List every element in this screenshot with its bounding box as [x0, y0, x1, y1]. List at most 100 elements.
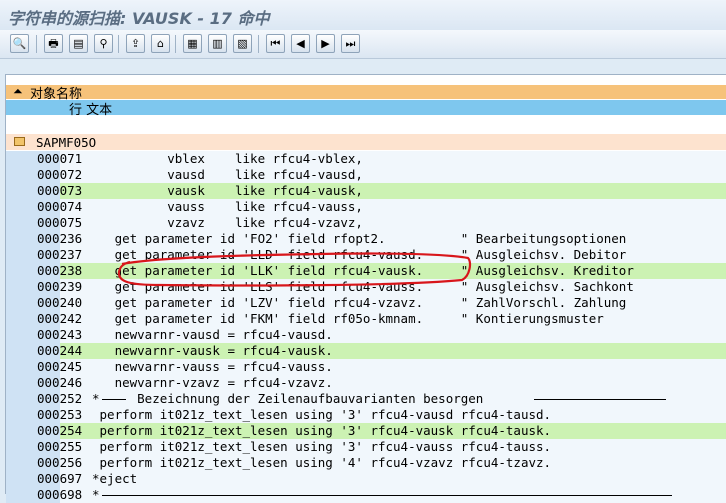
- line-number: 000236: [37, 231, 83, 246]
- line-number-cell: 000071: [6, 151, 82, 167]
- line-number-cell: 000255: [6, 439, 82, 455]
- prev-page-icon[interactable]: ◀: [291, 34, 310, 53]
- line-number-cell: 000253: [6, 407, 82, 423]
- last-page-icon[interactable]: ⏭: [341, 34, 360, 53]
- line-number-cell: 000242: [6, 311, 82, 327]
- list-header-line: 行 文本: [6, 100, 726, 118]
- source-line-text: vausd like rfcu4-vausd,: [92, 167, 363, 182]
- line-number-cell: 000073: [6, 183, 82, 199]
- table-row[interactable]: 000244 newvarnr-vausk = rfcu4-vausk.: [6, 343, 726, 359]
- details-icon[interactable]: 🔍: [10, 34, 29, 53]
- line-number: 000238: [37, 263, 83, 278]
- source-line-text: newvarnr-vausd = rfcu4-vausd.: [92, 327, 333, 342]
- source-line-text: *: [92, 487, 100, 502]
- source-line-text: get parameter id 'FKM' field rf05o-kmnam…: [92, 311, 604, 326]
- table-row[interactable]: 000255 perform it021z_text_lesen using '…: [6, 439, 726, 455]
- table-row[interactable]: 000245 newvarnr-vauss = rfcu4-vauss.: [6, 359, 726, 375]
- source-line-text: perform it021z_text_lesen using '3' rfcu…: [92, 423, 552, 438]
- print-icon[interactable]: 🖶: [44, 34, 63, 53]
- application-toolbar: 🔍 🖶 ▤ ⚲ ⇪ ⌂ ▦ ▥ ▧ ⏮ ◀ ▶ ⏭: [0, 30, 726, 59]
- table-row[interactable]: 000698 *: [6, 487, 726, 503]
- window-title: 字符串的源扫描: VAUSK - 17 命中: [8, 9, 270, 28]
- toolbar-separator: [258, 35, 259, 53]
- line-number-cell: 000240: [6, 295, 82, 311]
- line-number: 000697: [37, 471, 83, 486]
- layout-icon[interactable]: ⌂: [151, 34, 170, 53]
- object-group-row[interactable]: SAPMF05O: [6, 134, 726, 150]
- sort-icon[interactable]: ▤: [69, 34, 88, 53]
- source-line-text: get parameter id 'LLD' field rfcu4-vausd…: [92, 247, 627, 262]
- source-line-text: * Bezeichnung der Zeilenaufbauvarianten …: [92, 391, 484, 406]
- columns-icon[interactable]: ▧: [233, 34, 252, 53]
- source-line-text: vausk like rfcu4-vausk,: [92, 183, 363, 198]
- table-row[interactable]: 000239 get parameter id 'LLS' field rfcu…: [6, 279, 726, 295]
- line-number-cell: 000245: [6, 359, 82, 375]
- toolbar-separator: [36, 35, 37, 53]
- line-number: 000698: [37, 487, 83, 502]
- table-row[interactable]: 000256 perform it021z_text_lesen using '…: [6, 455, 726, 471]
- line-number-cell: 000236: [6, 231, 82, 247]
- source-line-text: *eject: [92, 471, 138, 486]
- table-row[interactable]: 000075 vzavz like rfcu4-vzavz,: [6, 215, 726, 231]
- comment-rule-right: [534, 399, 666, 400]
- line-number-cell: 000072: [6, 167, 82, 183]
- line-number-cell: 000244: [6, 343, 82, 359]
- source-line-text: get parameter id 'FO2' field rfopt2. " B…: [92, 231, 627, 246]
- line-number: 000075: [37, 215, 83, 230]
- source-line-text: newvarnr-vausk = rfcu4-vausk.: [92, 343, 333, 358]
- folder-icon[interactable]: [14, 137, 25, 146]
- table-row[interactable]: 000254 perform it021z_text_lesen using '…: [6, 423, 726, 439]
- line-number-cell: 000698: [6, 487, 82, 503]
- source-line-text: vzavz like rfcu4-vzavz,: [92, 215, 363, 230]
- table-row[interactable]: 000236 get parameter id 'FO2' field rfop…: [6, 231, 726, 247]
- table-row[interactable]: 000253 perform it021z_text_lesen using '…: [6, 407, 726, 423]
- table-row[interactable]: 000071 vblex like rfcu4-vblex,: [6, 151, 726, 167]
- line-number: 000254: [37, 423, 83, 438]
- toolbar-separator: [175, 35, 176, 53]
- toolbar-separator: [118, 35, 119, 53]
- line-number: 000073: [37, 183, 83, 198]
- grid-icon[interactable]: ▦: [183, 34, 202, 53]
- line-number: 000239: [37, 279, 83, 294]
- line-number: 000245: [37, 359, 83, 374]
- line-number: 000244: [37, 343, 83, 358]
- line-number-cell: 000252: [6, 391, 82, 407]
- table-row[interactable]: 000073 vausk like rfcu4-vausk,: [6, 183, 726, 199]
- source-line-text: perform it021z_text_lesen using '3' rfcu…: [92, 439, 552, 454]
- first-page-icon[interactable]: ⏮: [266, 34, 285, 53]
- table-row[interactable]: 000252 * Bezeichnung der Zeilenaufbauvari…: [6, 391, 726, 407]
- object-name: SAPMF05O: [36, 135, 97, 150]
- comment-rule: [102, 495, 672, 496]
- filter-icon[interactable]: ⚲: [94, 34, 113, 53]
- table-icon[interactable]: ▥: [208, 34, 227, 53]
- line-number: 000240: [37, 295, 83, 310]
- source-line-text: perform it021z_text_lesen using '4' rfcu…: [92, 455, 552, 470]
- source-line-text: newvarnr-vzavz = rfcu4-vzavz.: [92, 375, 333, 390]
- result-list: ⏶ 对象名称 行 文本 SAPMF05O 000071 vblex like r…: [5, 74, 726, 503]
- line-number: 000074: [37, 199, 83, 214]
- line-number: 000072: [37, 167, 83, 182]
- table-row[interactable]: 000238 get parameter id 'LLK' field rfcu…: [6, 263, 726, 279]
- table-row[interactable]: 000237 get parameter id 'LLD' field rfcu…: [6, 247, 726, 263]
- source-line-text: get parameter id 'LLK' field rfcu4-vausk…: [92, 263, 634, 278]
- line-number: 000243: [37, 327, 83, 342]
- line-number: 000071: [37, 151, 83, 166]
- export-icon[interactable]: ⇪: [126, 34, 145, 53]
- table-row[interactable]: 000246 newvarnr-vzavz = rfcu4-vzavz.: [6, 375, 726, 391]
- source-line-text: vauss like rfcu4-vauss,: [92, 199, 363, 214]
- line-number: 000252: [37, 391, 83, 406]
- table-row[interactable]: 000242 get parameter id 'FKM' field rf05…: [6, 311, 726, 327]
- line-number-cell: 000697: [6, 471, 82, 487]
- table-row[interactable]: 000243 newvarnr-vausd = rfcu4-vausd.: [6, 327, 726, 343]
- table-row[interactable]: 000074 vauss like rfcu4-vauss,: [6, 199, 726, 215]
- line-number: 000242: [37, 311, 83, 326]
- title-bar: 字符串的源扫描: VAUSK - 17 命中: [0, 0, 726, 30]
- column-header-line-text: 行 文本: [69, 103, 113, 118]
- line-number-cell: 000239: [6, 279, 82, 295]
- table-row[interactable]: 000240 get parameter id 'LZV' field rfcu…: [6, 295, 726, 311]
- table-row[interactable]: 000697 *eject: [6, 471, 726, 487]
- table-row[interactable]: 000072 vausd like rfcu4-vausd,: [6, 167, 726, 183]
- next-page-icon[interactable]: ▶: [316, 34, 335, 53]
- collapse-all-icon[interactable]: ⏶: [13, 84, 23, 99]
- line-number-cell: 000256: [6, 455, 82, 471]
